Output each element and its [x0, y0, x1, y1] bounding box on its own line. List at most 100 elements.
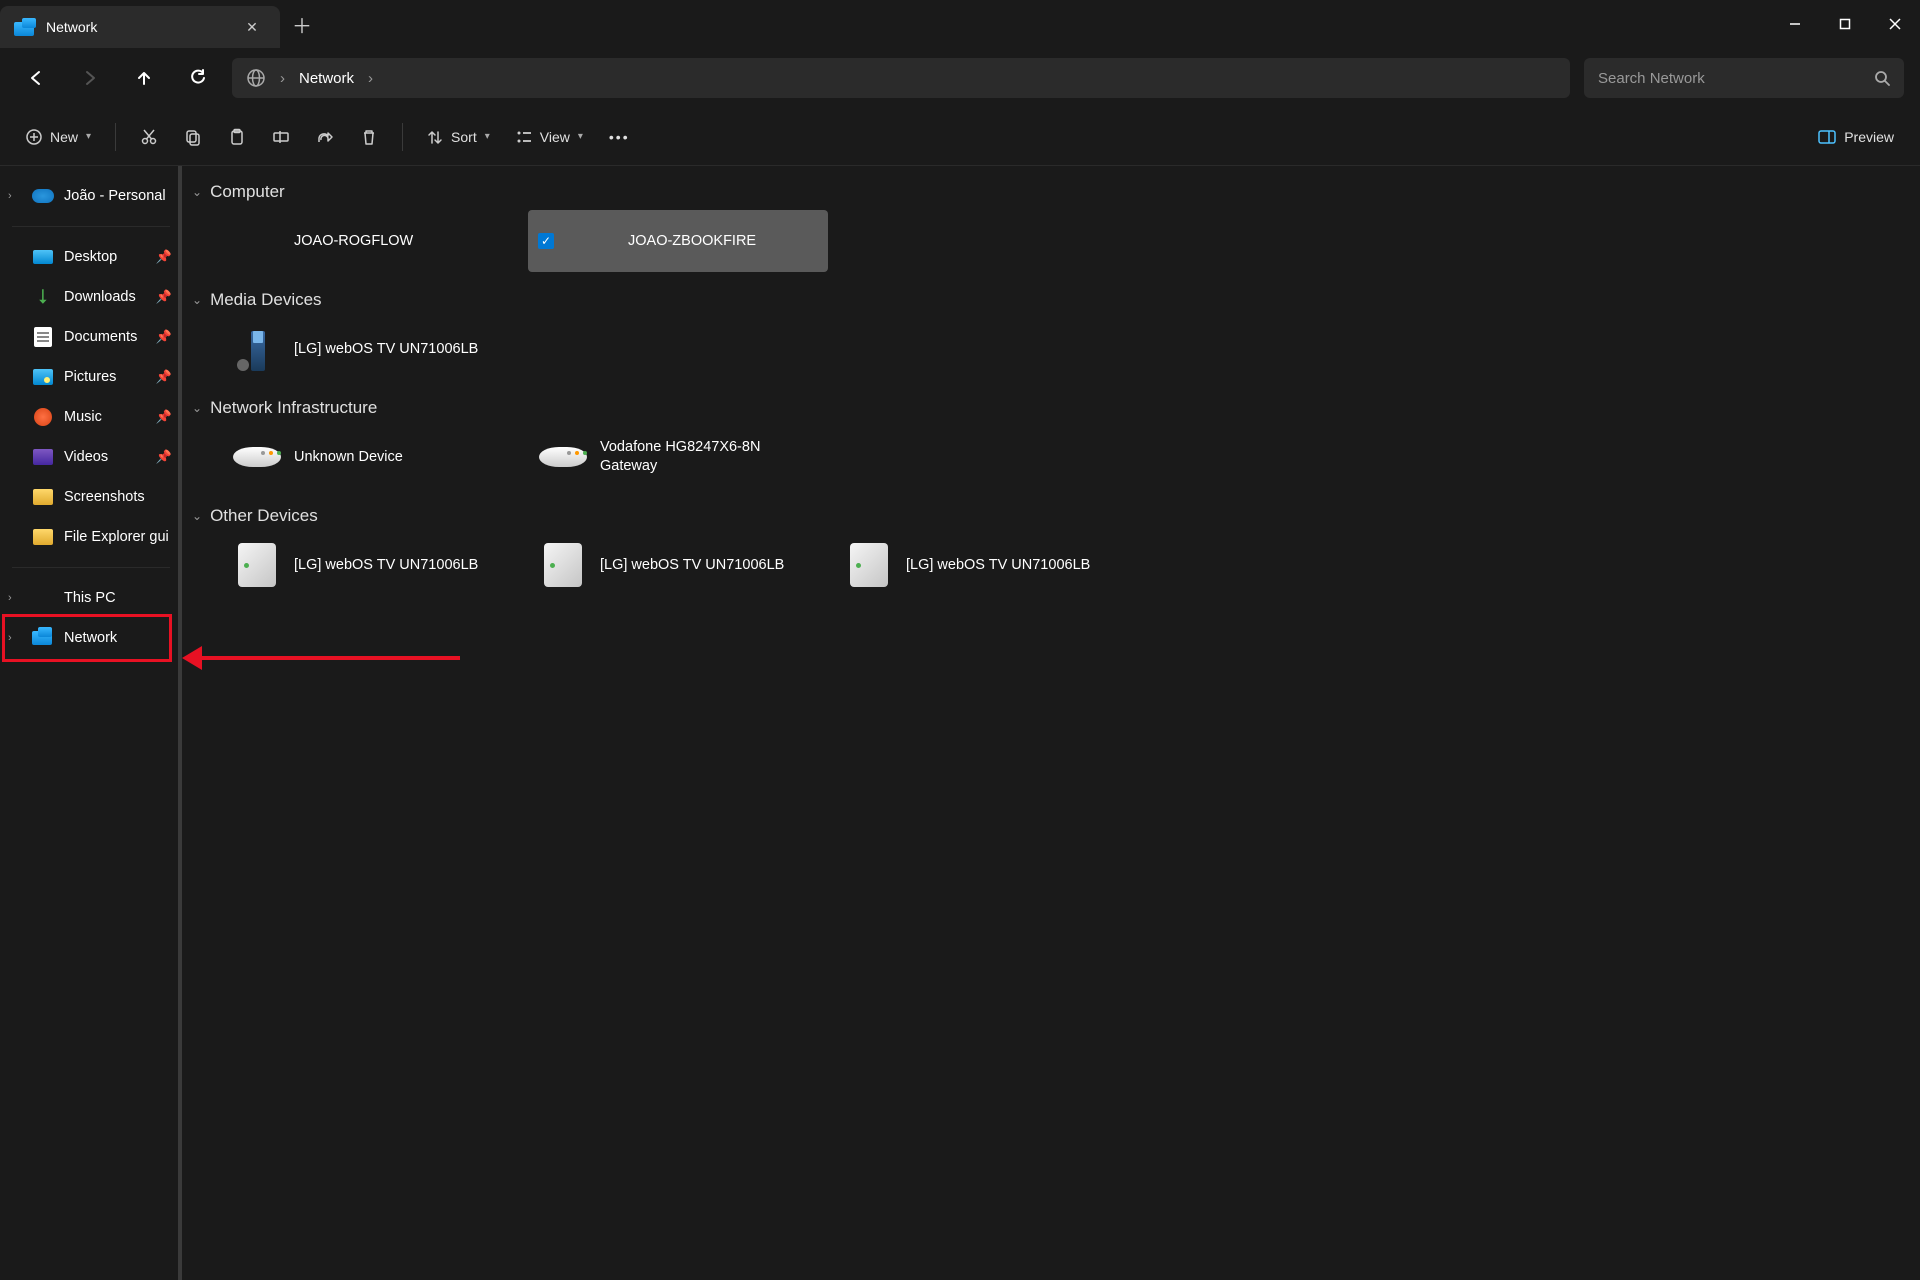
network-icon [32, 627, 54, 649]
copy-icon [184, 128, 202, 146]
forward-button[interactable] [70, 58, 110, 98]
search-box[interactable]: Search Network [1584, 58, 1904, 98]
media-player-icon [235, 327, 279, 371]
videos-icon [33, 449, 53, 465]
pin-icon: 📌 [156, 249, 172, 265]
plus-circle-icon [26, 129, 42, 145]
chevron-right-icon[interactable]: › [8, 190, 22, 202]
sort-button[interactable]: Sort ▾ [417, 119, 500, 155]
documents-icon [34, 327, 52, 347]
pin-icon: 📌 [156, 409, 172, 425]
ellipsis-icon: ••• [609, 129, 630, 145]
copy-button[interactable] [174, 119, 212, 155]
pin-icon: 📌 [156, 449, 172, 465]
group-header-infra[interactable]: ⌄ Network Infrastructure [192, 394, 1910, 422]
sidebar-item-downloads[interactable]: ⭣ Downloads📌 [0, 277, 182, 317]
new-tab-button[interactable]: ＋ [280, 0, 324, 48]
more-button[interactable]: ••• [599, 119, 640, 155]
sidebar-item-desktop[interactable]: Desktop📌 [0, 237, 182, 277]
address-bar[interactable]: › Network › [232, 58, 1570, 98]
sort-icon [427, 129, 443, 145]
rename-button[interactable] [262, 119, 300, 155]
router-icon [539, 447, 587, 467]
minimize-button[interactable] [1770, 0, 1820, 48]
group-header-computer[interactable]: ⌄ Computer [192, 178, 1910, 206]
chevron-right-icon: › [280, 70, 285, 87]
rename-icon [272, 128, 290, 146]
computer-tile[interactable]: ✓ JOAO-ZBOOKFIRE [528, 210, 828, 272]
other-device-tile[interactable]: [LG] webOS TV UN71006LB [528, 534, 828, 596]
chevron-down-icon: ▾ [578, 131, 583, 142]
title-bar: Network ✕ ＋ [0, 0, 1920, 48]
up-button[interactable] [124, 58, 164, 98]
maximize-button[interactable] [1820, 0, 1870, 48]
cut-button[interactable] [130, 119, 168, 155]
new-button[interactable]: New ▾ [16, 119, 101, 155]
nav-bar: › Network › Search Network [0, 48, 1920, 108]
refresh-button[interactable] [178, 58, 218, 98]
globe-icon [246, 68, 266, 88]
toolbar: New ▾ Sort ▾ View ▾ ••• Preview [0, 108, 1920, 166]
trash-icon [360, 128, 378, 146]
device-icon [544, 543, 582, 587]
other-device-tile[interactable]: [LG] webOS TV UN71006LB [834, 534, 1134, 596]
folder-icon [33, 489, 53, 505]
chevron-right-icon[interactable]: › [368, 70, 373, 87]
back-button[interactable] [16, 58, 56, 98]
sidebar-item-this-pc[interactable]: › This PC [0, 578, 182, 618]
paste-button[interactable] [218, 119, 256, 155]
close-window-button[interactable] [1870, 0, 1920, 48]
media-device-tile[interactable]: [LG] webOS TV UN71006LB [222, 318, 522, 380]
download-icon: ⭣ [32, 286, 54, 308]
share-icon [316, 128, 334, 146]
sidebar-item-screenshots[interactable]: Screenshots [0, 477, 182, 517]
group-header-other[interactable]: ⌄ Other Devices [192, 502, 1910, 530]
infra-device-tile[interactable]: Unknown Device [222, 426, 522, 488]
sidebar-item-documents[interactable]: Documents📌 [0, 317, 182, 357]
computer-tile[interactable]: JOAO-ROGFLOW [222, 210, 522, 272]
device-icon [238, 543, 276, 587]
folder-icon [33, 529, 53, 545]
chevron-down-icon: ⌄ [192, 401, 202, 415]
clipboard-icon [228, 128, 246, 146]
preview-pane-icon [1818, 130, 1836, 144]
chevron-down-icon: ▾ [485, 131, 490, 142]
search-icon [1874, 70, 1890, 86]
sidebar-scrollbar[interactable] [178, 166, 182, 1280]
sidebar-item-file-explorer-gui[interactable]: File Explorer gui [0, 517, 182, 557]
search-placeholder: Search Network [1598, 70, 1864, 87]
breadcrumb-network[interactable]: Network [299, 70, 354, 87]
pictures-icon [33, 369, 53, 385]
window-controls [1770, 0, 1920, 48]
chevron-down-icon: ⌄ [192, 509, 202, 523]
infra-device-tile[interactable]: Vodafone HG8247X6-8N Gateway [528, 426, 828, 488]
device-icon [850, 543, 888, 587]
sidebar-item-pictures[interactable]: Pictures📌 [0, 357, 182, 397]
computer-icon [235, 224, 279, 258]
desktop-icon [33, 250, 53, 264]
network-icon [14, 18, 36, 36]
chevron-right-icon[interactable]: › [8, 592, 22, 604]
music-icon [34, 408, 52, 426]
window-tab[interactable]: Network ✕ [0, 6, 280, 48]
sidebar-item-network[interactable]: › Network [0, 618, 182, 658]
tab-title: Network [46, 19, 228, 35]
pin-icon: 📌 [156, 329, 172, 345]
sidebar-item-music[interactable]: Music📌 [0, 397, 182, 437]
chevron-down-icon: ⌄ [192, 185, 202, 199]
share-button[interactable] [306, 119, 344, 155]
view-button[interactable]: View ▾ [506, 119, 593, 155]
group-header-media[interactable]: ⌄ Media Devices [192, 286, 1910, 314]
close-tab-button[interactable]: ✕ [238, 13, 266, 41]
other-device-tile[interactable]: [LG] webOS TV UN71006LB [222, 534, 522, 596]
router-icon [233, 447, 281, 467]
chevron-down-icon: ⌄ [192, 293, 202, 307]
checkbox-checked-icon[interactable]: ✓ [538, 233, 554, 249]
preview-button[interactable]: Preview [1808, 119, 1904, 155]
chevron-right-icon[interactable]: › [8, 632, 22, 644]
sidebar-item-videos[interactable]: Videos📌 [0, 437, 182, 477]
scissors-icon [140, 128, 158, 146]
delete-button[interactable] [350, 119, 388, 155]
sidebar-item-onedrive[interactable]: › João - Personal [0, 176, 182, 216]
content-area: ⌄ Computer JOAO-ROGFLOW ✓ JOAO-ZBOOKFIRE… [182, 166, 1920, 1280]
